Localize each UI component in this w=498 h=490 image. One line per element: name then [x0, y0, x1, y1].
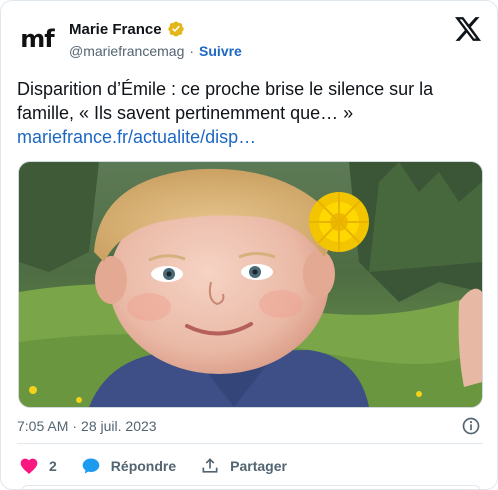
author-names: Marie France @mariefrancemag · Suivre — [69, 19, 242, 60]
heart-icon — [20, 458, 38, 474]
tweet-time[interactable]: 7:05 AM — [17, 418, 68, 434]
handle-separator: · — [189, 43, 195, 59]
chat-bubble-icon — [82, 458, 100, 474]
tweet-header: mf Marie France @mariefrancemag · Suivre — [17, 15, 483, 65]
x-logo-icon[interactable] — [455, 17, 481, 41]
follow-button[interactable]: Suivre — [199, 43, 242, 59]
info-icon[interactable] — [461, 416, 481, 436]
tweet-actions: 2 Répondre Partager — [19, 455, 311, 477]
share-label: Partager — [230, 458, 287, 474]
author-handle[interactable]: @mariefrancemag — [69, 43, 184, 59]
tweet-body: Disparition d’Émile : ce proche brise le… — [17, 77, 483, 149]
like-button[interactable]: 2 — [19, 456, 57, 476]
tweet-photo[interactable] — [18, 161, 483, 408]
tweet-text: Disparition d’Émile : ce proche brise le… — [17, 79, 434, 123]
verified-badge-icon — [167, 21, 184, 37]
reply-button[interactable]: Répondre — [81, 456, 176, 476]
divider — [17, 443, 483, 444]
meta-separator: · — [72, 418, 78, 434]
author-avatar[interactable]: mf — [17, 19, 57, 59]
tweet-embed-card: mf Marie France @mariefrancemag · Suivre… — [0, 0, 498, 490]
share-upload-icon — [202, 458, 218, 473]
tweet-meta: 7:05 AM · 28 juil. 2023 — [17, 416, 483, 436]
read-more-strip[interactable] — [21, 485, 481, 489]
child-portrait-photo — [19, 162, 482, 407]
reply-label: Répondre — [110, 458, 177, 474]
like-count: 2 — [49, 458, 57, 474]
tweet-date[interactable]: 28 juil. 2023 — [81, 418, 157, 434]
share-button[interactable]: Partager — [200, 456, 287, 476]
author-display-name[interactable]: Marie France — [69, 21, 162, 38]
tweet-link[interactable]: mariefrance.fr/actualite/disp… — [17, 125, 483, 149]
